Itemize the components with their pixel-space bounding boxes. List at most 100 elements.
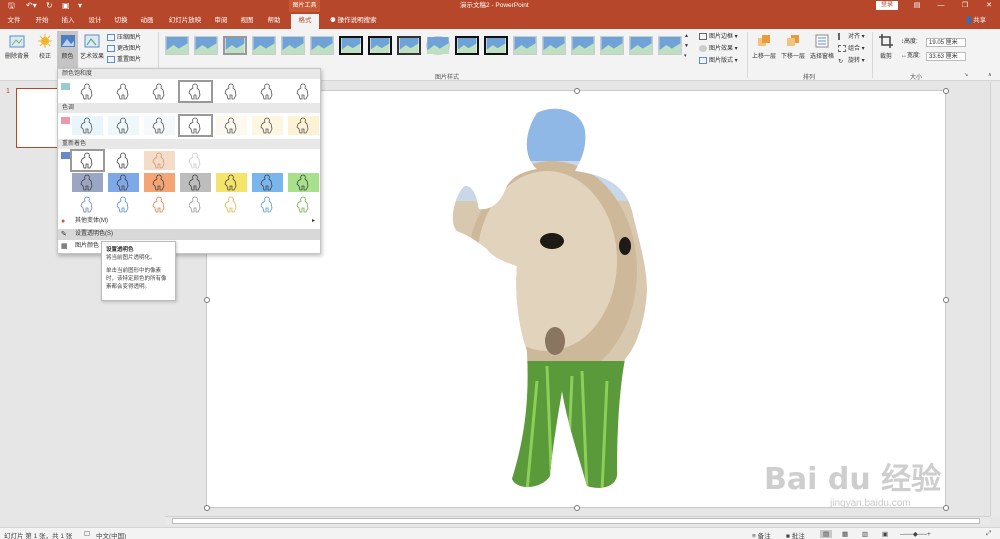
resize-handle[interactable] <box>204 297 210 303</box>
rotate-button[interactable]: ↻ 旋转 ▾ <box>838 56 865 66</box>
color-swatch[interactable] <box>178 114 213 137</box>
restore-icon[interactable]: ❐ <box>954 0 976 12</box>
slideshow-view-icon[interactable]: ▣ <box>882 530 888 538</box>
resize-handle[interactable] <box>943 88 949 94</box>
style-thumb[interactable] <box>339 36 363 55</box>
style-thumb[interactable] <box>542 36 566 55</box>
undo-icon[interactable]: ↶▾ <box>26 1 37 11</box>
color-swatch[interactable] <box>108 116 139 135</box>
zoom-slider[interactable]: –──◆──+ <box>900 530 931 538</box>
gallery-more-icon[interactable]: ▾ <box>684 51 687 61</box>
picture-color-options-item[interactable]: ▦ 图片颜色 <box>58 241 320 252</box>
style-thumb[interactable] <box>397 36 421 55</box>
tab-format[interactable]: 格式 <box>291 14 319 29</box>
login-button[interactable]: 登录 <box>876 1 898 10</box>
crop-button[interactable]: 裁剪 <box>876 33 896 60</box>
compress-pictures-button[interactable]: 压缩图片 <box>107 33 141 43</box>
tab-animations[interactable]: 动画 <box>137 15 157 27</box>
color-swatch[interactable] <box>180 195 211 214</box>
resize-handle[interactable] <box>943 297 949 303</box>
color-swatch[interactable] <box>108 173 139 192</box>
style-thumb[interactable] <box>165 36 189 55</box>
color-swatch[interactable] <box>216 82 247 101</box>
notes-button[interactable]: ≡ 备注 <box>752 530 771 539</box>
customize-qa-icon[interactable]: ▾ <box>78 1 82 11</box>
style-thumb[interactable] <box>426 36 450 55</box>
color-swatch[interactable] <box>216 195 247 214</box>
tab-slideshow[interactable]: 幻灯片放映 <box>166 15 204 27</box>
collapse-ribbon-icon[interactable]: ∧ <box>988 70 992 80</box>
share-button[interactable]: 👤共享 <box>965 15 986 27</box>
vertical-scrollbar[interactable] <box>990 82 1000 516</box>
comments-button[interactable]: ■ 批注 <box>786 530 805 539</box>
size-dialog-launcher-icon[interactable]: ↘ <box>964 70 968 80</box>
change-picture-button[interactable]: 更改图片 <box>107 44 141 54</box>
height-input[interactable]: 19.05 厘米 <box>926 38 966 47</box>
color-swatch[interactable] <box>252 116 283 135</box>
slideshow-start-icon[interactable]: ▣ <box>62 1 70 11</box>
resize-handle[interactable] <box>574 88 580 94</box>
color-swatch[interactable] <box>178 80 213 103</box>
close-icon[interactable]: ✕ <box>978 0 1000 12</box>
picture-effects-button[interactable]: 图片效果 ▾ <box>699 44 738 54</box>
style-thumb[interactable] <box>484 36 508 55</box>
color-swatch[interactable] <box>252 173 283 192</box>
style-thumb[interactable] <box>455 36 479 55</box>
color-swatch[interactable] <box>252 195 283 214</box>
color-swatch[interactable] <box>144 116 175 135</box>
tab-home[interactable]: 开始 <box>32 15 52 27</box>
style-thumb[interactable] <box>223 36 247 55</box>
color-swatch[interactable] <box>144 173 175 192</box>
color-swatch[interactable] <box>72 173 103 192</box>
reset-picture-button[interactable]: 重置图片 <box>107 55 141 65</box>
language-status[interactable]: 中文(中国) <box>96 530 126 539</box>
gallery-scroll-up-icon[interactable]: ▲ <box>684 31 689 41</box>
style-thumb[interactable] <box>571 36 595 55</box>
tell-me-search[interactable]: ⚉ 操作说明搜索 <box>330 15 377 27</box>
color-swatch[interactable] <box>180 151 211 170</box>
save-icon[interactable]: 🖫 <box>8 1 15 11</box>
normal-view-icon[interactable]: ▤ <box>820 530 833 538</box>
color-button[interactable]: 颜色 <box>57 31 78 69</box>
color-swatch[interactable] <box>72 195 103 214</box>
color-swatch[interactable] <box>72 116 103 135</box>
tab-design[interactable]: 设计 <box>85 15 105 27</box>
color-swatch[interactable] <box>144 151 175 170</box>
more-variations-item[interactable]: ● 其他变体(M) ▸ <box>58 216 320 227</box>
color-swatch[interactable] <box>108 82 139 101</box>
color-swatch[interactable] <box>288 82 319 101</box>
remove-background-button[interactable]: 删除背景 <box>2 33 32 60</box>
color-swatch[interactable] <box>108 195 139 214</box>
bring-forward-button[interactable]: 上移一层 <box>750 33 778 60</box>
color-swatch[interactable] <box>70 149 105 172</box>
tab-help[interactable]: 帮助 <box>264 15 284 27</box>
tab-view[interactable]: 视图 <box>237 15 257 27</box>
style-thumb[interactable] <box>629 36 653 55</box>
fit-to-window-icon[interactable]: ⤢ <box>986 530 991 538</box>
color-swatch[interactable] <box>216 173 247 192</box>
picture-layout-button[interactable]: 图片版式 ▾ <box>699 56 738 66</box>
set-transparent-color-item[interactable]: ✎ 设置透明色(S) <box>58 229 320 240</box>
resize-handle[interactable] <box>204 505 210 511</box>
tab-file[interactable]: 文件 <box>4 15 24 27</box>
color-swatch[interactable] <box>180 173 211 192</box>
redo-icon[interactable]: ↻ <box>46 1 53 11</box>
tab-transitions[interactable]: 切换 <box>111 15 131 27</box>
resize-handle[interactable] <box>574 505 580 511</box>
style-thumb[interactable] <box>194 36 218 55</box>
color-swatch[interactable] <box>252 82 283 101</box>
color-swatch[interactable] <box>216 116 247 135</box>
style-thumb[interactable] <box>252 36 276 55</box>
color-swatch[interactable] <box>72 82 103 101</box>
style-thumb[interactable] <box>513 36 537 55</box>
gallery-scroll-down-icon[interactable]: ▼ <box>684 41 689 51</box>
color-swatch[interactable] <box>288 173 319 192</box>
ribbon-display-icon[interactable]: ▤ <box>906 0 928 12</box>
width-input[interactable]: 33.63 厘米 <box>926 52 966 61</box>
style-thumb[interactable] <box>600 36 624 55</box>
style-thumb[interactable] <box>281 36 305 55</box>
minimize-icon[interactable]: — <box>930 0 952 12</box>
corrections-button[interactable]: 校正 <box>35 33 55 60</box>
slide-sorter-icon[interactable]: ▦ <box>842 530 848 538</box>
selection-pane-button[interactable]: 选择窗格 <box>808 33 836 60</box>
